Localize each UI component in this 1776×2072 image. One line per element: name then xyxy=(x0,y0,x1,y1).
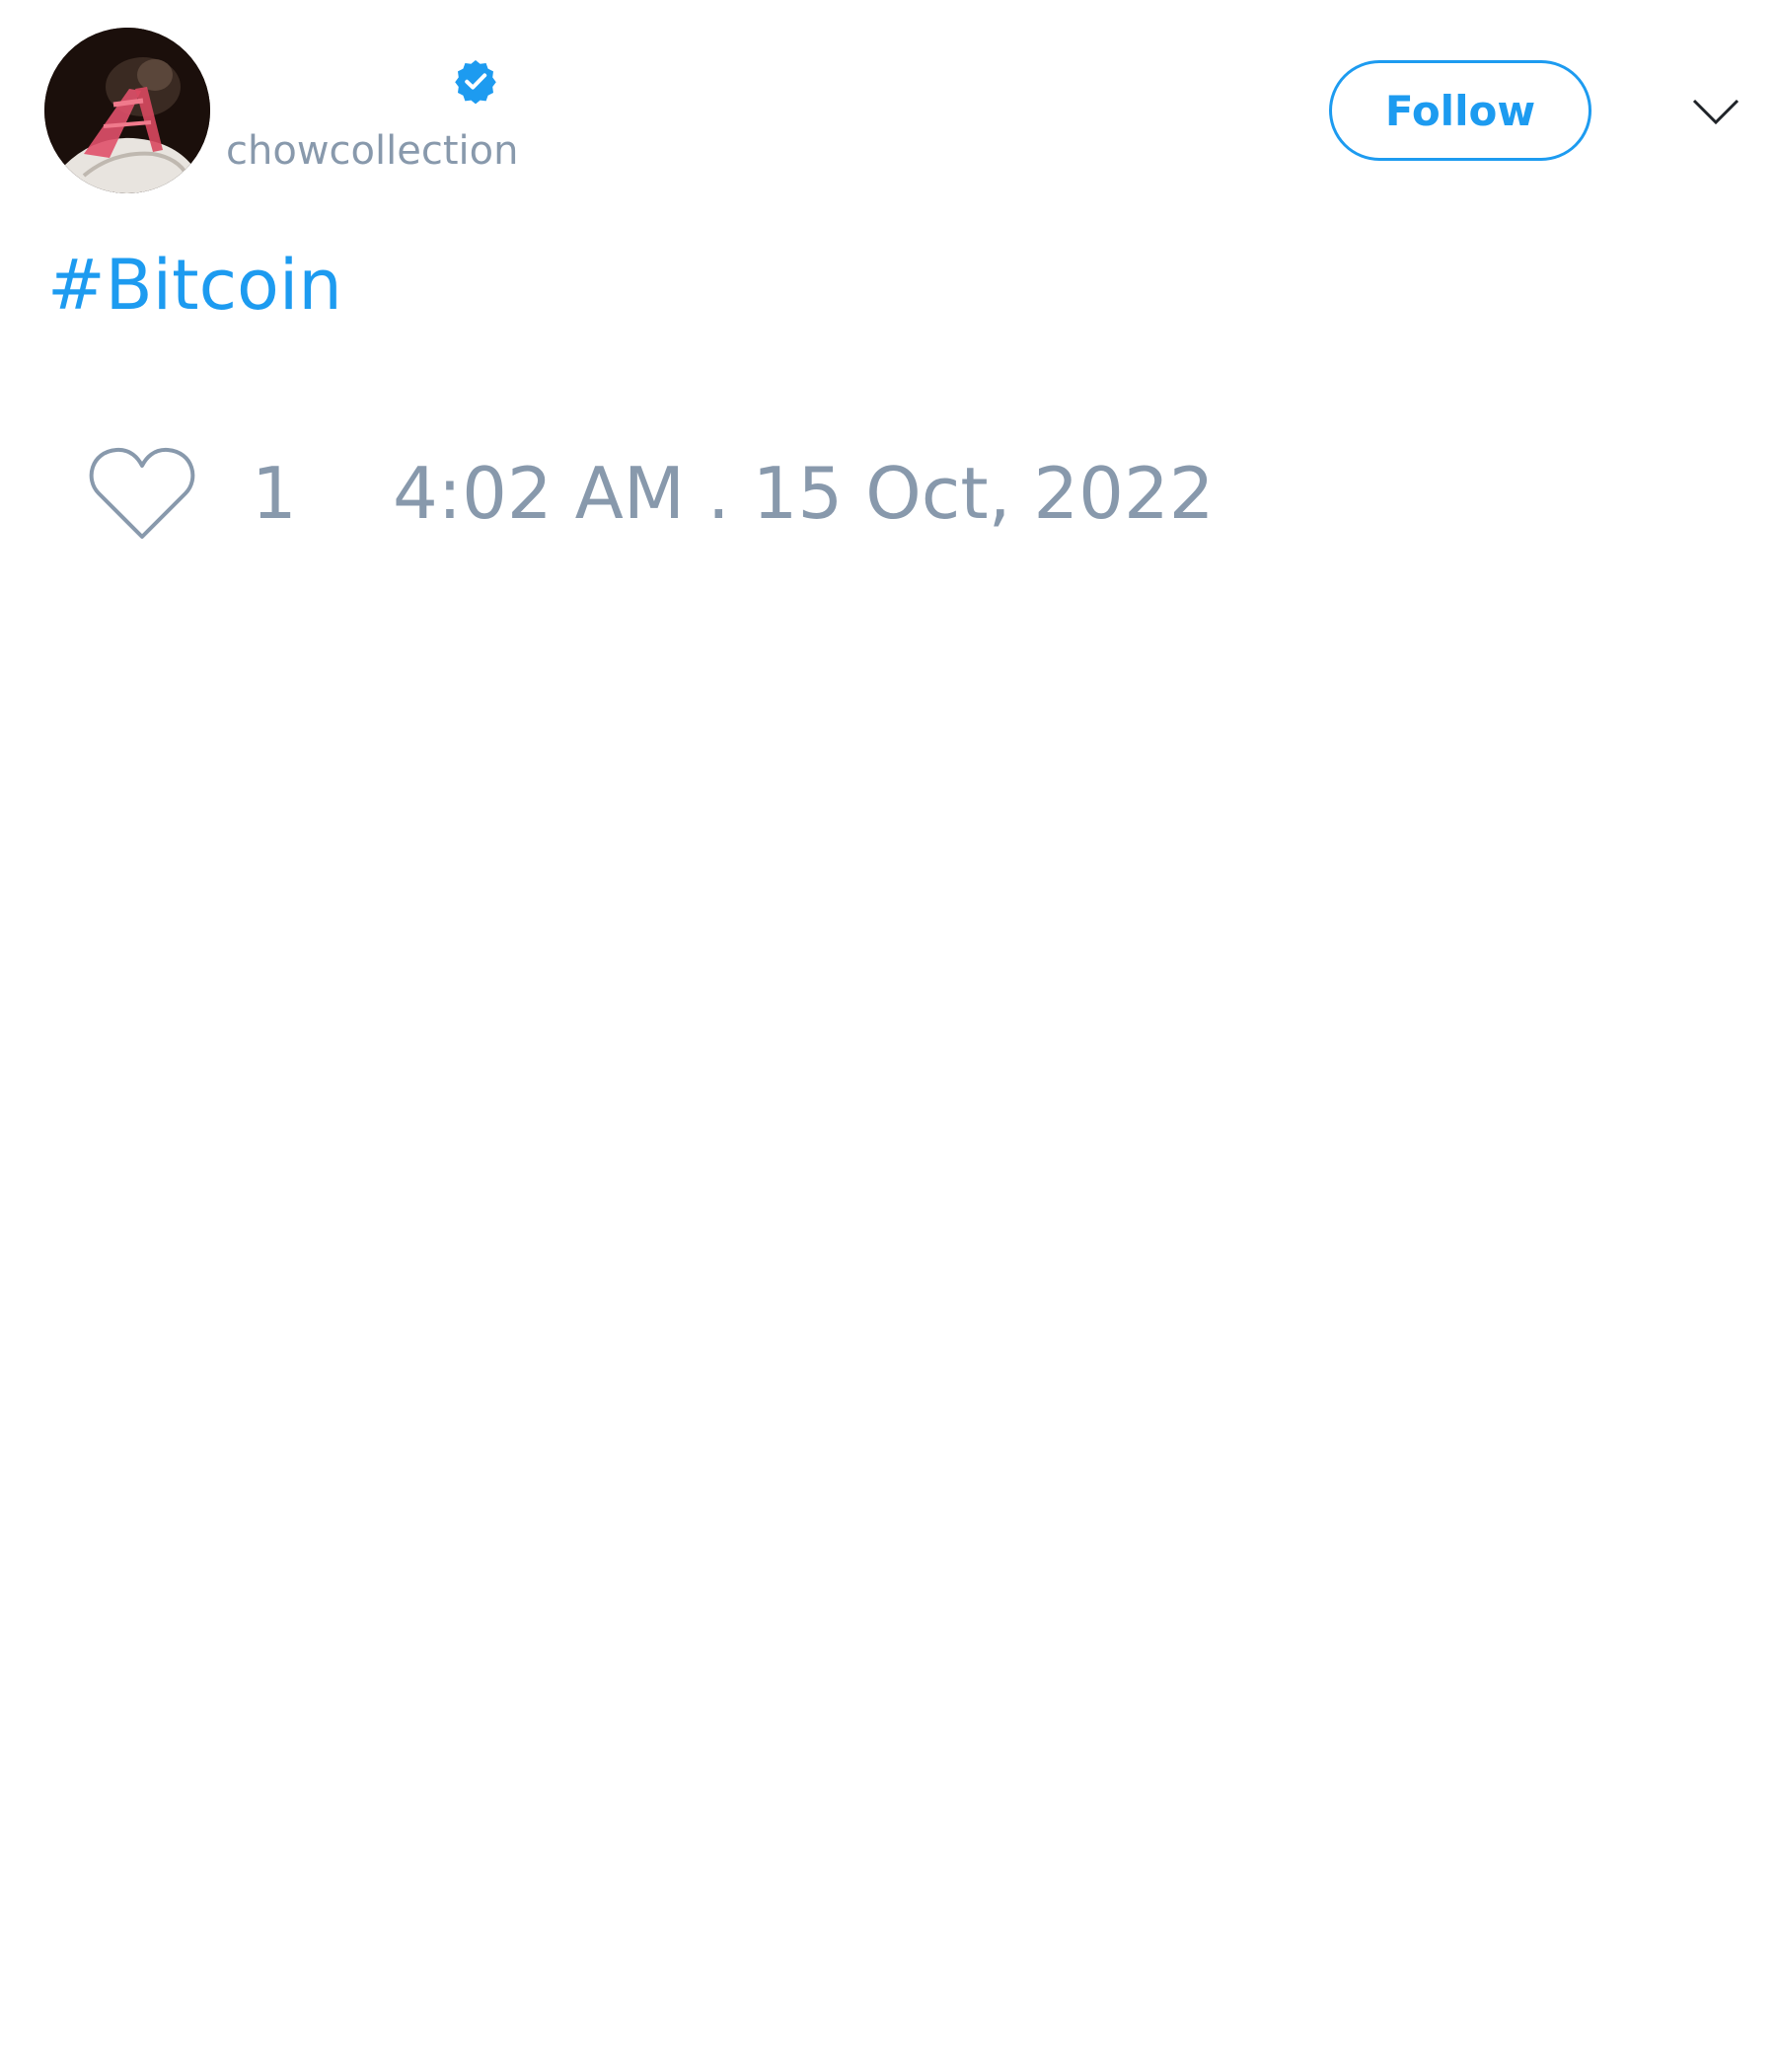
heart-icon[interactable] xyxy=(89,446,195,541)
avatar-image xyxy=(44,28,210,193)
hashtag-link[interactable]: #Bitcoin xyxy=(47,245,342,326)
avatar[interactable] xyxy=(44,28,210,193)
tweet-timestamp[interactable]: 4:02 AM . 15 Oct, 2022 xyxy=(393,452,1215,535)
like-count: 1 xyxy=(252,452,297,535)
verified-badge-icon xyxy=(455,60,496,105)
user-handle[interactable]: chowcollection xyxy=(226,128,518,174)
tweet-card: chowcollection Follow #Bitcoin 1 4:02 AM… xyxy=(0,0,1776,2072)
chevron-down-icon[interactable] xyxy=(1692,89,1739,136)
follow-button[interactable]: Follow xyxy=(1329,60,1591,161)
